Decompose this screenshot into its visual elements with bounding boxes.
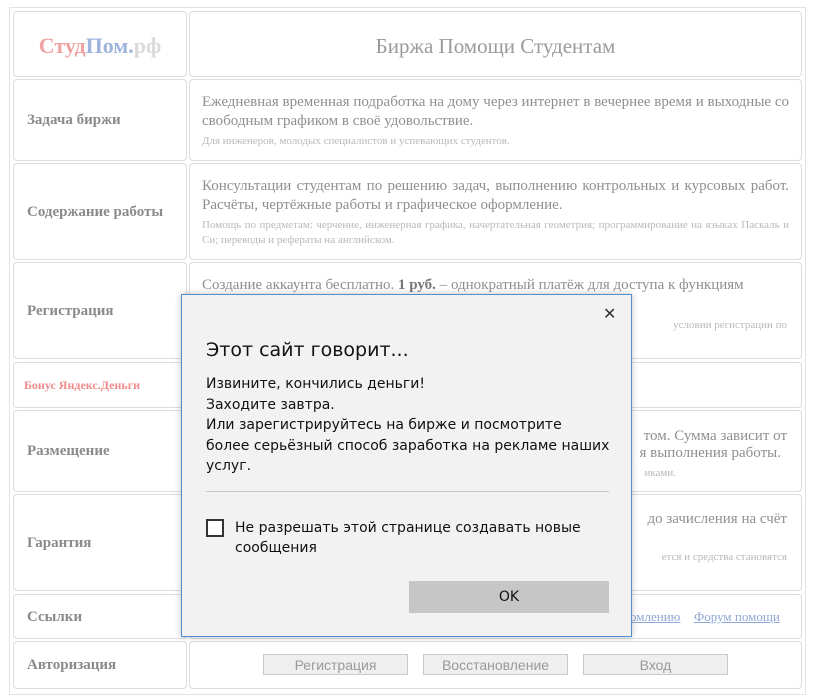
auth-content-cell: Регистрация Восстановление Вход [189,641,802,689]
logo-part-rf: рф [133,33,162,58]
suppress-dialogs-label[interactable]: Не разрешать этой странице создавать нов… [235,518,581,558]
suppress-dialogs-label-line: сообщения [235,540,317,556]
placement-note: иками. [644,467,676,479]
suppress-dialogs-label-line: Не разрешать этой странице создавать нов… [235,520,581,536]
dialog-message-line: услуг. [206,458,252,474]
suppress-dialogs-checkbox[interactable] [206,519,224,537]
register-button[interactable]: Регистрация [263,654,408,675]
content-content-cell: Консультации студентам по решению задач,… [189,163,802,260]
ok-button[interactable]: OK [409,581,609,613]
logo-part-stud: Студ [38,33,86,58]
links-label: Ссылки [27,609,83,625]
page-title: Биржа Помощи Студентам [375,34,616,58]
guarantee-text: до зачисления на счёт [647,511,788,527]
header-cell: Биржа Помощи Студентам [189,11,802,77]
bonus-label[interactable]: Бонус Яндекс.Деньги [24,378,140,393]
login-button[interactable]: Вход [583,654,728,675]
auth-label-cell: Авторизация [13,641,187,689]
auth-label: Авторизация [27,657,117,673]
dialog-title: Этот сайт говорит... [206,339,409,361]
guarantee-label-cell: Гарантия [13,494,187,591]
content-note: Помощь по предметам: черчение, инженерна… [202,219,789,246]
link-forum[interactable]: Форум помощи [694,609,780,625]
link-oformlenie[interactable]: омлению [630,609,680,625]
registration-price: 1 руб. [397,277,436,293]
content-text: Консультации студентам по решению задач,… [202,178,789,213]
task-note: Для инженеров, молодых специалистов и ус… [202,135,510,147]
task-text: Ежедневная временная подработка на дому … [202,94,789,129]
placement-label-cell: Размещение [13,410,187,492]
logo-part-pom: Пом. [85,33,134,58]
registration-text: Создание аккаунта бесплатно. 1 руб. – од… [202,276,789,295]
registration-label-cell: Регистрация [13,262,187,359]
close-icon[interactable]: ✕ [603,304,616,323]
registration-text-post: – однократный платёж для доступа к функц… [435,277,744,293]
alert-dialog: ✕ Этот сайт говорит... Извините, кончили… [181,294,632,637]
task-label: Задача биржи [27,112,121,128]
logo-cell: СтудПом.рф [13,11,187,77]
dialog-message-line: Заходите завтра. [206,396,335,413]
site-logo[interactable]: СтудПом.рф [14,33,186,59]
registration-text-pre: Создание аккаунта бесплатно. [202,277,398,293]
content-label: Содержание работы [27,204,164,220]
registration-note: условии регистрации по [673,319,787,331]
dialog-message: Извините, кончились деньги! Заходите зав… [206,374,609,477]
guarantee-label: Гарантия [27,535,92,551]
placement-text-line2: я выполнения работы. [639,445,782,461]
task-content-cell: Ежедневная временная подработка на дому … [189,79,802,161]
restore-button[interactable]: Восстановление [423,654,568,675]
dialog-divider [206,491,609,492]
task-label-cell: Задача биржи [13,79,187,161]
registration-label: Регистрация [27,303,114,319]
placement-label: Размещение [27,443,110,459]
dialog-message-line: Извините, кончились деньги! [206,376,425,392]
links-label-cell: Ссылки [13,594,187,639]
content-label-cell: Содержание работы [13,163,187,260]
dialog-message-line: более серьёзный способ заработка на рекл… [206,437,610,454]
guarantee-note: ется и средства становятся [661,551,787,563]
bonus-label-cell: Бонус Яндекс.Деньги [13,362,187,408]
dialog-message-line: Или зарегистрируйтесь на бирже и посмотр… [206,417,562,433]
